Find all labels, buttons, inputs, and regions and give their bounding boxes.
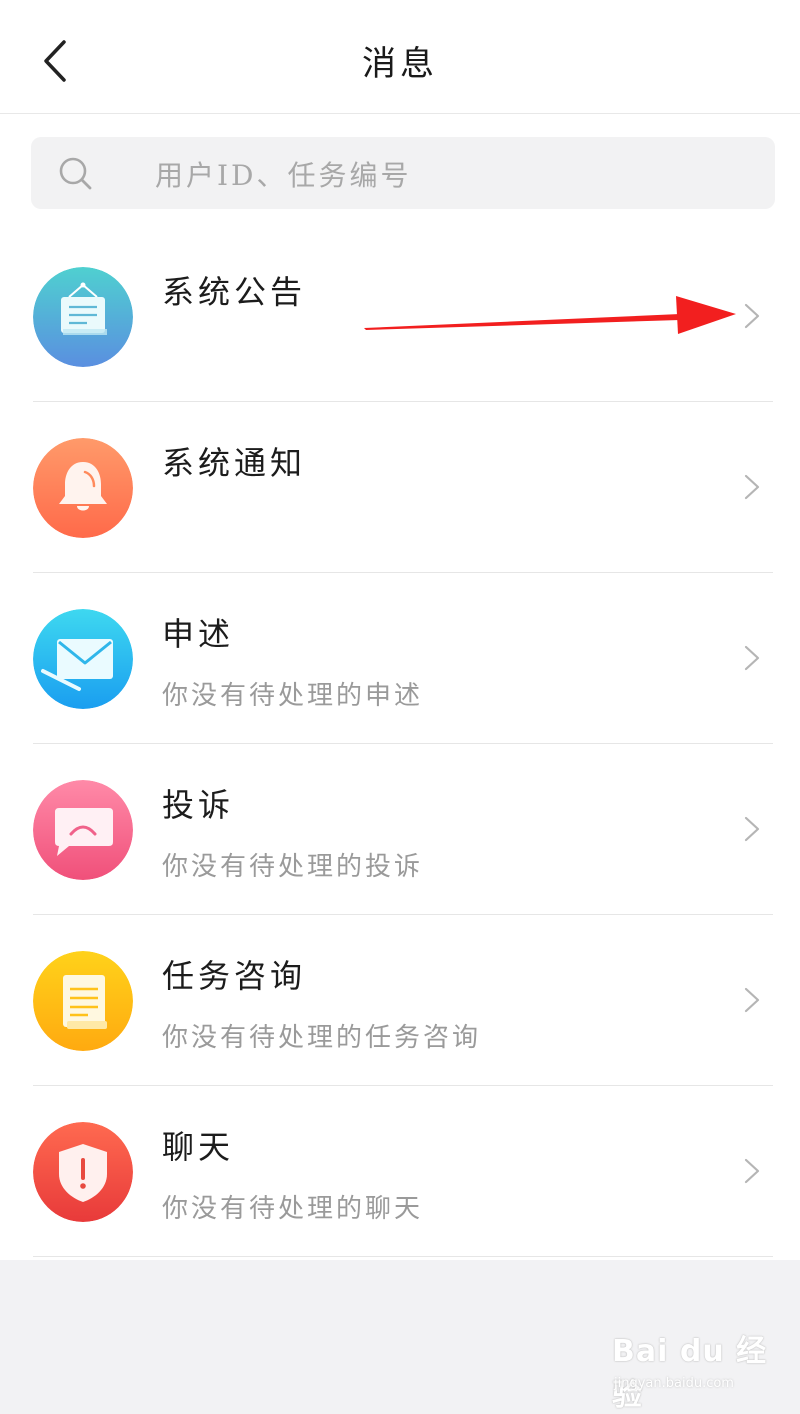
list-item-task-inquiry[interactable]: 任务咨询 你没有待处理的任务咨询 <box>0 915 800 1086</box>
list-item-complaint[interactable]: 投诉 你没有待处理的投诉 <box>0 744 800 915</box>
document-icon <box>33 951 133 1051</box>
list-item-title: 聊天 <box>162 1128 235 1166</box>
search-input[interactable]: 用户ID、任务编号 <box>31 137 775 209</box>
watermark-url: jingyan.baidu.com <box>614 1376 734 1391</box>
list-item-subtitle: 你没有待处理的聊天 <box>162 1194 424 1224</box>
messages-page: 消息 用户ID、任务编号 系统公告 系统通知 申述 你没有待处理的申述 投诉 你… <box>0 0 800 1414</box>
chevron-right-icon <box>744 816 760 842</box>
list-item-chat[interactable]: 聊天 你没有待处理的聊天 <box>0 1086 800 1257</box>
search-icon <box>59 157 92 190</box>
list-item-title: 投诉 <box>162 786 235 824</box>
list-item-title: 任务咨询 <box>162 957 307 995</box>
list-item-appeal[interactable]: 申述 你没有待处理的申述 <box>0 573 800 744</box>
search-placeholder: 用户ID、任务编号 <box>155 159 412 192</box>
chevron-right-icon <box>744 1158 760 1184</box>
list-item-system-notification[interactable]: 系统通知 <box>0 402 800 573</box>
message-list: 系统公告 系统通知 申述 你没有待处理的申述 投诉 你没有待处理的投诉 任务咨询… <box>0 231 800 1257</box>
envelope-icon <box>33 609 133 709</box>
list-item-subtitle: 你没有待处理的申述 <box>162 681 424 711</box>
sad-chat-icon <box>33 780 133 880</box>
main-content: 用户ID、任务编号 系统公告 系统通知 申述 你没有待处理的申述 投诉 你没有待… <box>0 114 800 1260</box>
notice-board-icon <box>33 267 133 367</box>
list-item-subtitle: 你没有待处理的投诉 <box>162 852 424 882</box>
list-item-subtitle: 你没有待处理的任务咨询 <box>162 1023 482 1053</box>
bell-icon <box>33 438 133 538</box>
list-item-title: 申述 <box>162 615 235 653</box>
chevron-right-icon <box>744 987 760 1013</box>
top-bar: 消息 <box>0 0 800 114</box>
alert-shield-icon <box>33 1122 133 1222</box>
chevron-right-icon <box>744 474 760 500</box>
annotation-arrow-icon <box>364 296 736 334</box>
divider <box>33 1256 773 1257</box>
watermark-logo: Bai du 经验 <box>612 1334 768 1413</box>
page-title: 消息 <box>362 44 438 84</box>
chevron-right-icon <box>744 645 760 671</box>
watermark: Bai du 经验 jingyan.baidu.com <box>612 1326 772 1413</box>
list-item-title: 系统公告 <box>162 273 307 311</box>
list-item-title: 系统通知 <box>162 444 307 482</box>
